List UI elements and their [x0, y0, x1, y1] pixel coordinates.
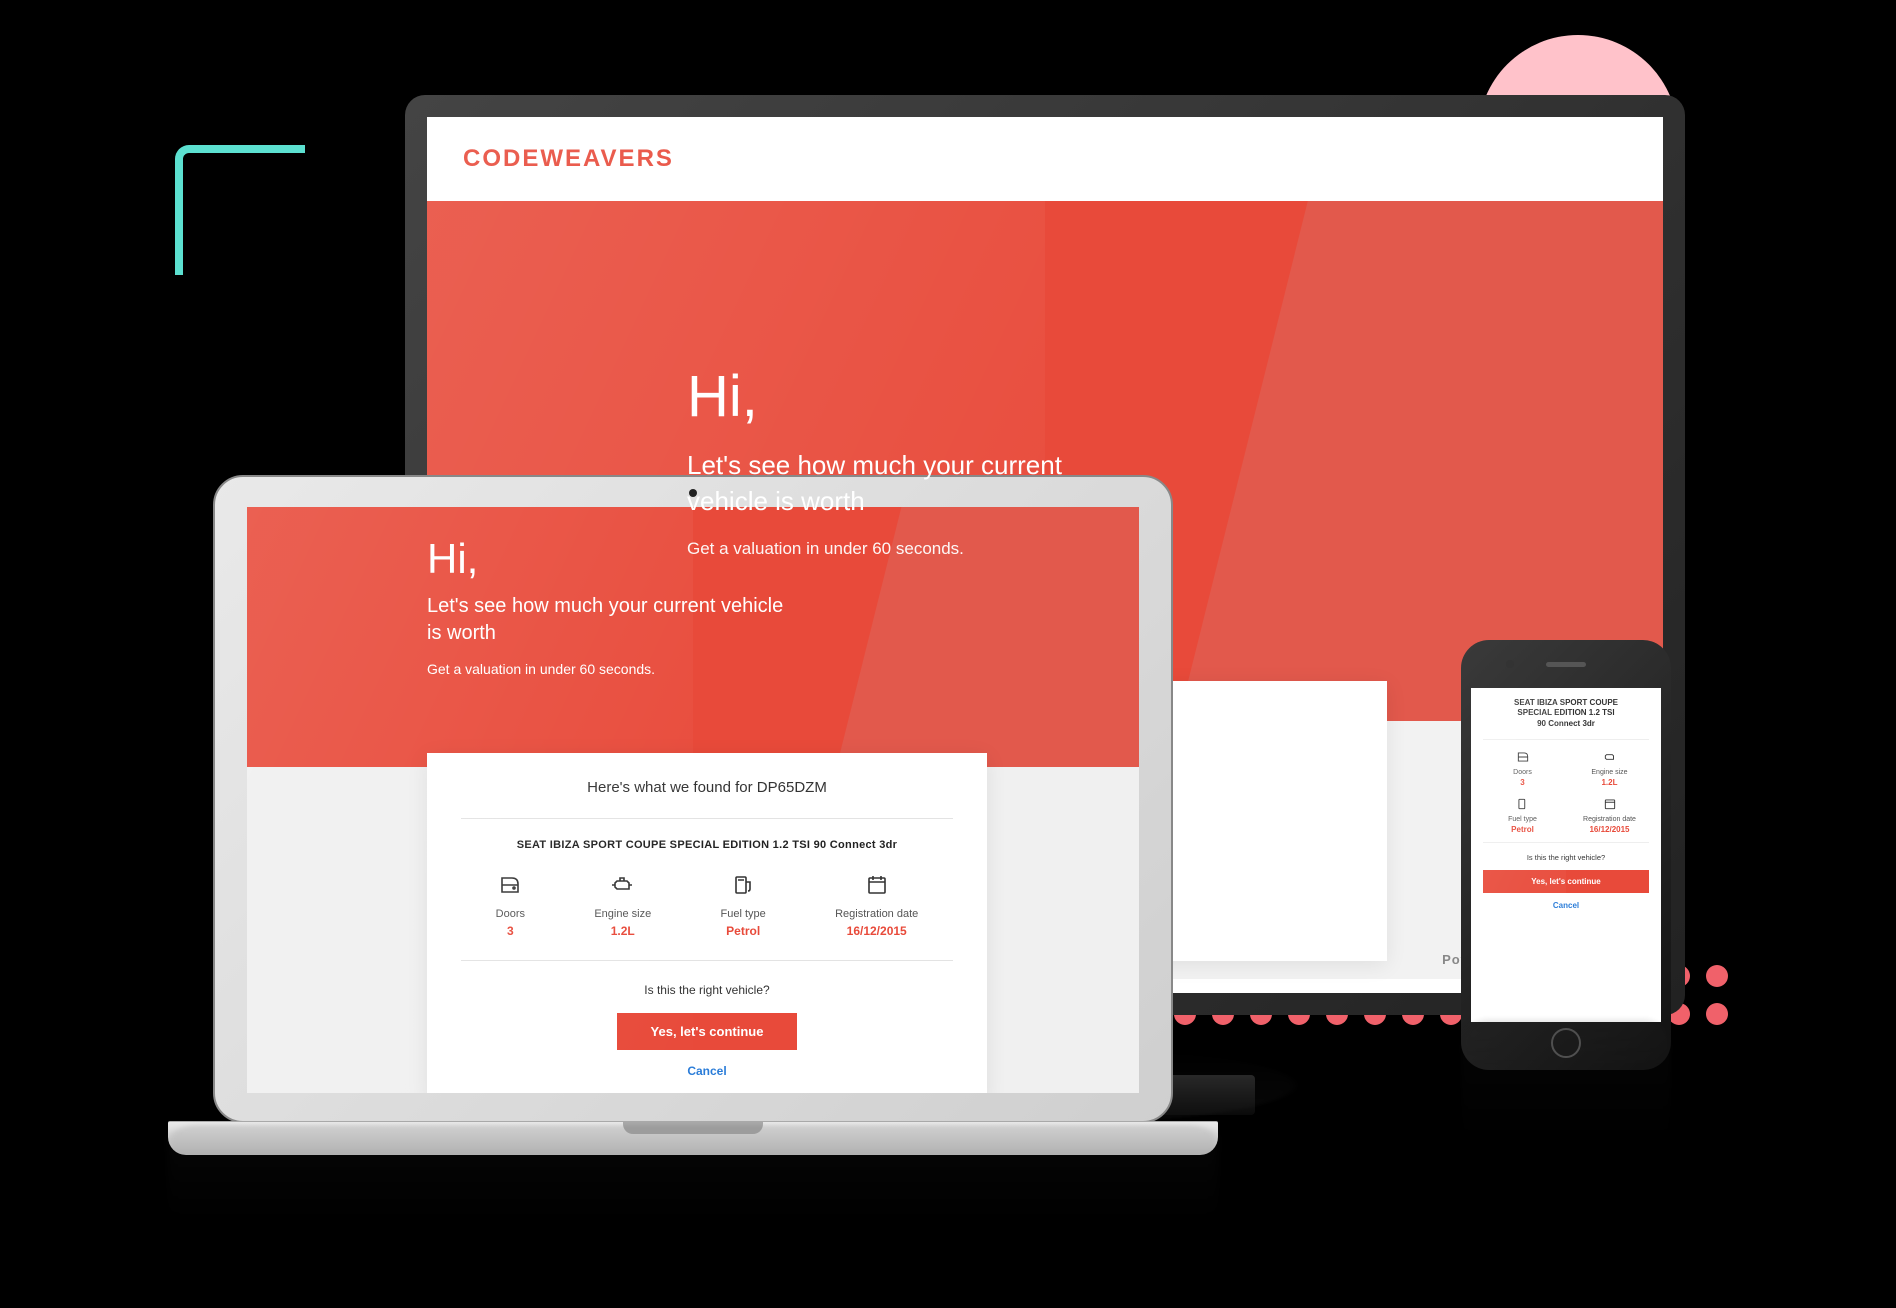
door-icon — [498, 873, 522, 897]
confirm-question: Is this the right vehicle? — [1483, 853, 1649, 862]
laptop-screen: Hi, Let's see how much your current vehi… — [247, 507, 1139, 1093]
engine-icon — [611, 873, 635, 897]
app-header: CODEWEAVERS — [427, 117, 1663, 201]
confirm-question: Is this the right vehicle? — [461, 983, 953, 997]
laptop-device: Hi, Let's see how much your current vehi… — [168, 475, 1218, 1155]
vehicle-name: SEAT IBIZA SPORT COUPE SPECIAL EDITION 1… — [461, 839, 953, 851]
cancel-link[interactable]: Cancel — [1483, 901, 1649, 910]
spec-regdate: Registration date 16/12/2015 — [1570, 797, 1649, 834]
decorative-bracket — [175, 145, 305, 275]
continue-button[interactable]: Yes, let's continue — [1483, 870, 1649, 893]
engine-icon — [1603, 750, 1617, 764]
spec-engine: Engine size 1.2L — [594, 873, 651, 938]
spec-regdate: Registration date 16/12/2015 — [835, 873, 918, 938]
spec-fuel: Fuel type Petrol — [721, 873, 766, 938]
continue-button[interactable]: Yes, let's continue — [617, 1013, 798, 1050]
spec-doors: Doors 3 — [496, 873, 525, 938]
cancel-link[interactable]: Cancel — [461, 1064, 953, 1078]
brand-logo: CODEWEAVERS — [463, 145, 674, 173]
fuel-icon — [731, 873, 755, 897]
spec-fuel: Fuel type Petrol — [1483, 797, 1562, 834]
vehicle-specs: Doors 3 Engine size 1.2L Fuel type Petro… — [461, 873, 953, 961]
hero-section: Hi, Let's see how much your current vehi… — [247, 507, 1139, 767]
spec-engine: Engine size 1.2L — [1570, 750, 1649, 787]
calendar-icon — [1603, 797, 1617, 811]
calendar-icon — [865, 873, 889, 897]
hero-subheading: Let's see how much your current vehicle … — [427, 593, 787, 647]
vehicle-name: SEAT IBIZA SPORT COUPE SPECIAL EDITION 1… — [1483, 698, 1649, 729]
fuel-icon — [1516, 797, 1530, 811]
result-heading: Here's what we found for DP65DZM — [461, 779, 953, 796]
spec-doors: Doors 3 — [1483, 750, 1562, 787]
phone-screen: SEAT IBIZA SPORT COUPE SPECIAL EDITION 1… — [1471, 688, 1661, 1022]
hero-greeting: Hi, — [427, 535, 1139, 583]
result-card: SEAT IBIZA SPORT COUPE SPECIAL EDITION 1… — [1471, 688, 1661, 920]
result-card: Here's what we found for DP65DZM SEAT IB… — [427, 753, 987, 1093]
hero-subheading: Let's see how much your current vehicle … — [687, 448, 1127, 518]
phone-device: SEAT IBIZA SPORT COUPE SPECIAL EDITION 1… — [1461, 640, 1671, 1070]
hero-tagline: Get a valuation in under 60 seconds. — [427, 661, 1139, 677]
hero-greeting: Hi, — [687, 363, 1663, 430]
door-icon — [1516, 750, 1530, 764]
vehicle-specs: Doors 3 Engine size 1.2L Fuel type Petro… — [1483, 739, 1649, 843]
